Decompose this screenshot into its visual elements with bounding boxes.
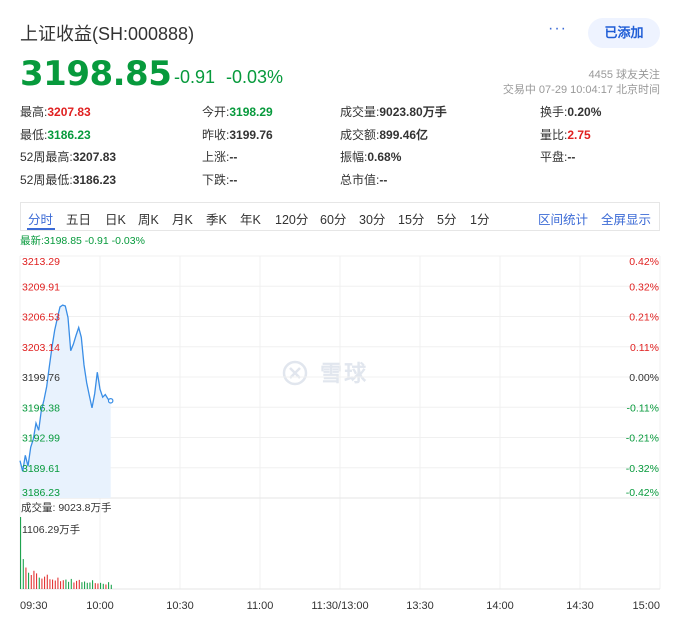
time-tick-label: 11:00	[247, 600, 274, 612]
time-tick-label: 09:30	[20, 600, 48, 612]
tab-fenshi[interactable]: 分时	[28, 209, 53, 228]
tab-yuek[interactable]: 月K	[172, 209, 193, 228]
more-icon[interactable]: ···	[548, 20, 567, 38]
stat-advancers: 上涨:--	[202, 150, 238, 164]
tab-30min[interactable]: 30分	[359, 209, 385, 228]
stat-amplitude: 振幅:0.68%	[340, 150, 402, 164]
added-watchlist-button[interactable]: 已添加	[588, 18, 660, 48]
price-tick-label: 3203.14	[22, 342, 60, 354]
tab-120min[interactable]: 120分	[275, 209, 308, 228]
quote-panel: 3198.85 -0.91 -0.03% 4455 球友关注 交易中 07-29…	[20, 54, 660, 96]
price-tick-label: 3209.91	[22, 281, 60, 293]
stat-amount: 成交额:899.46亿	[340, 127, 429, 142]
time-tick-label: 10:30	[166, 600, 194, 612]
stat-market-cap: 总市值:--	[340, 172, 388, 187]
price-tick-label: 3186.23	[22, 487, 60, 499]
trade-status: 交易中 07-29 10:04:17 北京时间	[502, 84, 660, 96]
tab-zhouk[interactable]: 周K	[138, 209, 159, 228]
intraday-chart[interactable]: 3213.29 3209.91 3206.53 3203.14 3199.76 3196.…	[0, 245, 676, 615]
time-tick-label: 14:00	[486, 600, 514, 612]
stats-table: 最高:3207.83 今开:3198.29 成交量:9023.80万手 换手:0…	[20, 103, 660, 193]
stock-header: 上证收益(SH:000888) ··· 已添加	[20, 18, 660, 48]
tab-rik[interactable]: 日K	[105, 209, 126, 228]
time-tick-label: 14:30	[566, 600, 594, 612]
percent-tick-label: 0.32%	[629, 281, 659, 293]
volume-axis-label: 1106.29万手	[22, 523, 80, 536]
stat-open: 今开:3198.29	[202, 105, 273, 119]
active-tab-indicator	[27, 228, 55, 230]
tab-wuri[interactable]: 五日	[66, 209, 91, 228]
tab-niank[interactable]: 年K	[240, 209, 261, 228]
time-axis: 09:30 10:00 10:30 11:00 11:30/13:00 13:30 14:0…	[20, 600, 660, 612]
percent-tick-label: 0.42%	[629, 256, 659, 268]
tab-jik[interactable]: 季K	[206, 209, 227, 228]
price-tick-label: 3206.53	[22, 312, 60, 324]
tab-5min[interactable]: 5分	[437, 209, 456, 228]
price-tick-label: 3196.38	[22, 402, 60, 414]
last-price-dot	[107, 397, 114, 404]
stats-row: 52周最高:3207.83 上涨:-- 振幅:0.68% 平盘:--	[20, 148, 660, 171]
stat-volume-ratio: 量比:2.75	[540, 127, 591, 142]
followers-count[interactable]: 4455 球友关注	[588, 66, 660, 82]
time-tick-label: 13:30	[406, 600, 434, 612]
price-tick-label: 3213.29	[22, 256, 60, 268]
tab-60min[interactable]: 60分	[320, 209, 346, 228]
price-tick-label: 3189.61	[22, 463, 60, 475]
percent-axis-right: 0.42% 0.32% 0.21% 0.11% 0.00% -0.11% -0.21% -0.…	[626, 256, 659, 499]
stat-52w-high: 52周最高:3207.83	[20, 150, 117, 164]
price-tick-label: 3199.76	[22, 372, 60, 384]
fullscreen-link[interactable]: 全屏显示	[601, 209, 651, 228]
volume-panel: 成交量: 9023.8万手 1106.29万手	[20, 501, 112, 589]
time-tick-label: 15:00	[632, 600, 660, 612]
percent-tick-label: -0.21%	[626, 433, 659, 445]
tab-15min[interactable]: 15分	[398, 209, 424, 228]
tab-1min[interactable]: 1分	[470, 209, 489, 228]
percent-tick-label: 0.11%	[630, 342, 659, 354]
stat-low: 最低:3186.23	[20, 127, 91, 142]
time-tick-label: 10:00	[86, 600, 114, 612]
percent-tick-label: -0.11%	[627, 402, 660, 414]
stats-row: 最低:3186.23 昨收:3199.76 成交额:899.46亿 量比:2.7…	[20, 126, 660, 149]
price-axis-left: 3213.29 3209.91 3206.53 3203.14 3199.76 3196.…	[22, 256, 60, 499]
stock-title: 上证收益(SH:000888)	[20, 24, 195, 44]
price-tick-label: 3192.99	[22, 433, 60, 445]
price-change-percent: -0.03%	[226, 67, 284, 87]
price-change: -0.91	[174, 67, 216, 87]
stat-prev-close: 昨收:3199.76	[202, 127, 273, 142]
stat-unchanged: 平盘:--	[540, 150, 576, 164]
stat-volume: 成交量:9023.80万手	[340, 105, 447, 119]
percent-tick-label: -0.32%	[626, 463, 659, 475]
current-price: 3198.85	[20, 54, 172, 94]
stat-decliners: 下跌:--	[202, 172, 238, 187]
volume-title: 成交量: 9023.8万手	[21, 501, 111, 514]
range-stats-link[interactable]: 区间统计	[538, 209, 588, 228]
percent-tick-label: -0.42%	[626, 487, 659, 499]
stats-row: 52周最低:3186.23 下跌:-- 总市值:--	[20, 171, 660, 194]
stat-high: 最高:3207.83	[20, 105, 91, 119]
stat-52w-low: 52周最低:3186.23	[20, 172, 117, 187]
percent-tick-label: 0.21%	[629, 312, 659, 324]
stats-row: 最高:3207.83 今开:3198.29 成交量:9023.80万手 换手:0…	[20, 103, 660, 126]
percent-tick-label: 0.00%	[629, 372, 659, 384]
period-tabs: 分时 五日 日K 周K 月K 季K 年K 120分 60分 30分 15分 5分…	[20, 202, 660, 231]
stat-turnover: 换手:0.20%	[540, 105, 602, 119]
time-tick-label: 11:30/13:00	[311, 600, 368, 612]
chart-grid	[19, 255, 661, 590]
